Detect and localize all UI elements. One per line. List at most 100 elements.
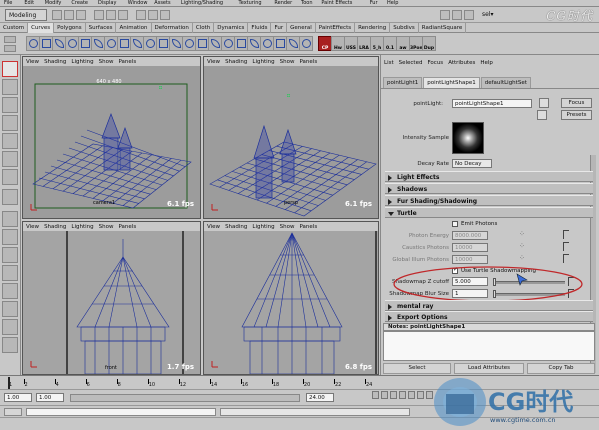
- curve-tool-icon[interactable]: [195, 36, 209, 51]
- ae-menu-selected[interactable]: Selected: [399, 60, 423, 70]
- panel-menu-panels[interactable]: Panels: [299, 224, 317, 231]
- shelf-tab[interactable]: Rendering: [355, 23, 391, 33]
- select-tool-icon[interactable]: [2, 61, 18, 77]
- panel-menu-show[interactable]: Show: [280, 59, 295, 66]
- panel-menu-view[interactable]: View: [26, 59, 39, 66]
- viewport-camera1[interactable]: View Shading Lighting Show Panels 640 x …: [22, 56, 201, 219]
- panel-menu-show[interactable]: Show: [99, 59, 114, 66]
- shelf-script-icon[interactable]: CP: [318, 36, 332, 51]
- focus-button[interactable]: Focus: [561, 98, 592, 108]
- four-pane-layout-icon[interactable]: [2, 229, 18, 245]
- hypershade-layout-icon[interactable]: [2, 301, 18, 317]
- ipr-render-icon[interactable]: [452, 10, 462, 20]
- animation-start-field[interactable]: 1.00: [4, 393, 32, 402]
- curve-tool-icon[interactable]: [273, 36, 287, 51]
- shelf-tab[interactable]: Curves: [28, 23, 55, 33]
- range-end-field[interactable]: 24.00: [306, 393, 334, 402]
- shelf-script-icon[interactable]: LRA: [357, 36, 371, 51]
- curve-tool-icon[interactable]: [299, 36, 313, 51]
- menu-item[interactable]: Help: [387, 0, 398, 6]
- panel-menu-panels[interactable]: Panels: [299, 59, 317, 66]
- save-scene-icon[interactable]: [76, 10, 86, 20]
- shelf-tab[interactable]: Polygons: [54, 23, 86, 33]
- shelf-script-icon[interactable]: 5_h: [370, 36, 384, 51]
- move-tool-icon[interactable]: [2, 115, 18, 131]
- paint-select-tool-icon[interactable]: [2, 97, 18, 113]
- shelf-tab[interactable]: Dynamics: [214, 23, 249, 33]
- panel-menu-lighting[interactable]: Lighting: [71, 59, 93, 66]
- viewport-persp[interactable]: View Shading Lighting Show Panels persp …: [203, 56, 379, 219]
- select-hierarchy-icon[interactable]: [94, 10, 104, 20]
- open-scene-icon[interactable]: [64, 10, 74, 20]
- global-illum-slider-handle-icon[interactable]: ⁘: [519, 254, 525, 262]
- menu-item[interactable]: File: [4, 0, 12, 6]
- ae-menu-attributes[interactable]: Attributes: [448, 60, 475, 70]
- curve-tool-icon[interactable]: [78, 36, 92, 51]
- snap-curve-icon[interactable]: [148, 10, 158, 20]
- ae-menu-help[interactable]: Help: [480, 60, 493, 70]
- panel-menu-shading[interactable]: Shading: [225, 59, 247, 66]
- panel-menu-shading[interactable]: Shading: [225, 224, 247, 231]
- map-button-icon[interactable]: [563, 230, 569, 239]
- graph-layout-icon[interactable]: [2, 283, 18, 299]
- shelf-script-icon[interactable]: aw: [396, 36, 410, 51]
- select-object-icon[interactable]: [106, 10, 116, 20]
- show-input-icon[interactable]: [539, 98, 549, 108]
- step-back-icon[interactable]: [381, 391, 388, 399]
- snap-point-icon[interactable]: [160, 10, 170, 20]
- emit-photons-checkbox[interactable]: [452, 221, 458, 227]
- play-back-icon[interactable]: [372, 391, 379, 399]
- range-start-field[interactable]: 1.00: [36, 393, 64, 402]
- node-name-field[interactable]: pointLightShape1: [452, 99, 532, 108]
- curve-tool-icon[interactable]: [91, 36, 105, 51]
- single-pane-layout-icon[interactable]: [2, 211, 18, 227]
- photon-energy-slider-handle-icon[interactable]: ⁘: [519, 230, 525, 238]
- section-fur-shading[interactable]: Fur Shading/Shadowing: [385, 195, 593, 206]
- menu-item[interactable]: Lighting/Shading: [181, 0, 223, 6]
- caustics-slider-handle-icon[interactable]: ⁘: [519, 242, 525, 250]
- shelf-tab[interactable]: Surfaces: [86, 23, 117, 33]
- step-forward-icon[interactable]: [417, 391, 424, 399]
- tab-pointlightshape1[interactable]: pointLightShape1: [423, 77, 480, 88]
- snap-grid-icon[interactable]: [136, 10, 146, 20]
- panel-menu-panels[interactable]: Panels: [118, 59, 136, 66]
- map-button-icon[interactable]: [563, 254, 569, 263]
- shelf-tab-icon[interactable]: [4, 45, 16, 52]
- mode-dropdown[interactable]: Modeling: [5, 9, 47, 21]
- menu-item[interactable]: Texturing: [239, 0, 262, 6]
- section-export-options[interactable]: Export Options: [385, 311, 593, 322]
- curve-tool-icon[interactable]: [117, 36, 131, 51]
- menu-item[interactable]: Toon: [301, 0, 313, 6]
- shelf-tab[interactable]: Deformation: [152, 23, 193, 33]
- menu-item[interactable]: Assets: [154, 0, 170, 6]
- menu-item[interactable]: Modify: [45, 0, 62, 6]
- curve-tool-icon[interactable]: [104, 36, 118, 51]
- viewport-side[interactable]: View Shading Lighting Show Panels 6.8 fp…: [203, 221, 379, 375]
- curve-tool-icon[interactable]: [247, 36, 261, 51]
- menu-item[interactable]: Edit: [24, 0, 34, 6]
- shelf-script-icon[interactable]: Dup: [422, 36, 436, 51]
- menu-item[interactable]: Render: [274, 0, 292, 6]
- command-input[interactable]: [26, 408, 216, 416]
- menu-item[interactable]: Create: [71, 0, 88, 6]
- outliner-layout-icon[interactable]: [2, 265, 18, 281]
- rotate-tool-icon[interactable]: [2, 133, 18, 149]
- render-icon[interactable]: [440, 10, 450, 20]
- curve-tool-icon[interactable]: [234, 36, 248, 51]
- panel-menu-shading[interactable]: Shading: [44, 224, 66, 231]
- shelf-tab[interactable]: General: [287, 23, 316, 33]
- panel-menu-view[interactable]: View: [26, 224, 39, 231]
- tab-defaultlightset[interactable]: defaultLightSet: [480, 77, 531, 88]
- panel-menu-lighting[interactable]: Lighting: [252, 224, 274, 231]
- curve-tool-icon[interactable]: [208, 36, 222, 51]
- panel-menu-view[interactable]: View: [207, 59, 220, 66]
- script-layout-icon[interactable]: [2, 337, 18, 353]
- curve-tool-icon[interactable]: [286, 36, 300, 51]
- last-tool-icon[interactable]: [2, 189, 18, 205]
- section-mental-ray[interactable]: mental ray: [385, 300, 593, 311]
- panel-menu-show[interactable]: Show: [280, 224, 295, 231]
- shelf-script-icon[interactable]: 3Pom: [409, 36, 424, 51]
- section-turtle[interactable]: Turtle: [385, 207, 593, 218]
- shelf-tab[interactable]: Cloth: [193, 23, 215, 33]
- curve-tool-icon[interactable]: [156, 36, 170, 51]
